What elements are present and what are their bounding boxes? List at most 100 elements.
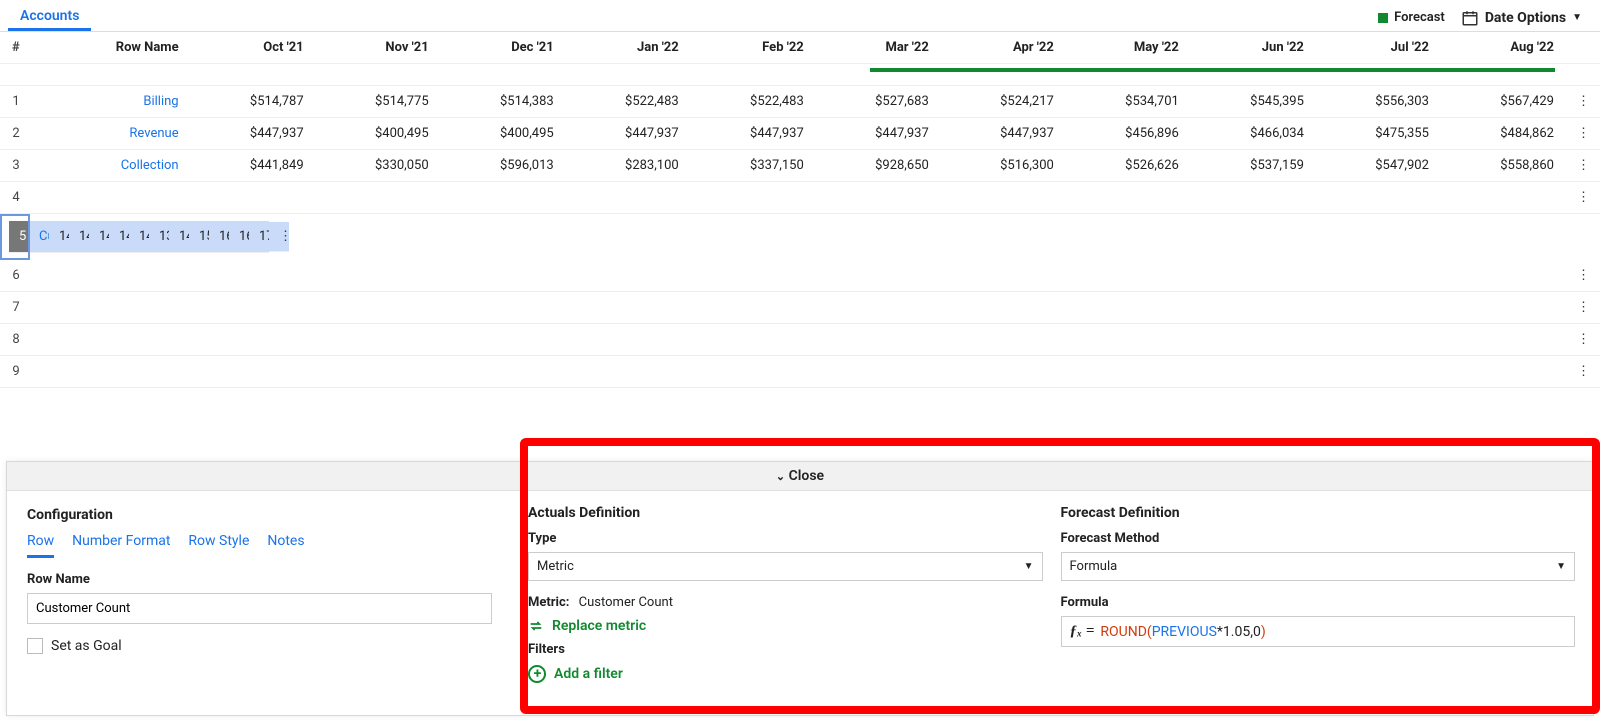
col-month[interactable]: Mar '22	[814, 32, 939, 64]
formula-input[interactable]: ƒₓ = ROUND(PREVIOUS*1.05,0)	[1061, 616, 1576, 647]
cell[interactable]: $556,303	[1314, 86, 1439, 118]
cell[interactable]: $330,050	[314, 150, 439, 182]
table-row-selected[interactable]: 5 Customer Count 14014014314514713814515…	[0, 214, 30, 260]
row-menu-icon[interactable]: ⋮	[1564, 150, 1600, 182]
actuals-definition-title: Actuals Definition	[528, 505, 1043, 521]
row-menu-icon[interactable]: ⋮	[1564, 260, 1600, 292]
cell[interactable]: $514,775	[314, 86, 439, 118]
table-row[interactable]: 6⋮	[0, 260, 1600, 292]
cell[interactable]: $484,862	[1439, 118, 1564, 150]
cell[interactable]: $466,034	[1189, 118, 1314, 150]
cell[interactable]: 140	[49, 221, 69, 253]
cell[interactable]: $537,159	[1189, 150, 1314, 182]
cell[interactable]: $524,217	[939, 86, 1064, 118]
cell[interactable]: 176	[249, 221, 269, 253]
cell[interactable]: $400,495	[439, 118, 564, 150]
cell[interactable]: $596,013	[439, 150, 564, 182]
row-menu-icon[interactable]: ⋮	[1564, 292, 1600, 324]
cell[interactable]: $558,860	[1439, 150, 1564, 182]
cell[interactable]: $447,937	[564, 118, 689, 150]
cell[interactable]: 145	[109, 221, 129, 253]
col-month[interactable]: Oct '21	[189, 32, 314, 64]
col-month[interactable]: Feb '22	[689, 32, 814, 64]
row-menu-icon[interactable]: ⋮	[1564, 324, 1600, 356]
metric-value: Customer Count	[579, 595, 673, 610]
cell[interactable]: 147	[129, 221, 149, 253]
cell[interactable]: 160	[209, 221, 229, 253]
table-row[interactable]: 4 ⋮	[0, 182, 1600, 214]
cell[interactable]: $545,395	[1189, 86, 1314, 118]
cell[interactable]: $567,429	[1439, 86, 1564, 118]
cell[interactable]: $527,683	[814, 86, 939, 118]
subtab-notes[interactable]: Notes	[267, 533, 304, 558]
replace-metric-button[interactable]: Replace metric	[528, 618, 1043, 634]
table-row[interactable]: 8⋮	[0, 324, 1600, 356]
subtab-number-format[interactable]: Number Format	[72, 533, 170, 558]
rowname-input[interactable]	[27, 593, 492, 624]
cell[interactable]: $441,849	[189, 150, 314, 182]
table-row[interactable]: 2 Revenue $447,937$400,495$400,495$447,9…	[0, 118, 1600, 150]
cell[interactable]: 168	[229, 221, 249, 253]
cell[interactable]: $514,383	[439, 86, 564, 118]
cell[interactable]: 152	[189, 221, 209, 253]
row-menu-icon[interactable]: ⋮	[1564, 118, 1600, 150]
col-month[interactable]: Jan '22	[564, 32, 689, 64]
cell[interactable]: $447,937	[189, 118, 314, 150]
col-month[interactable]: Jun '22	[1189, 32, 1314, 64]
grid-header-row: # Row Name Oct '21 Nov '21 Dec '21 Jan '…	[0, 32, 1600, 64]
data-grid[interactable]: # Row Name Oct '21 Nov '21 Dec '21 Jan '…	[0, 32, 1600, 388]
table-row[interactable]: 3 Collection $441,849$330,050$596,013$28…	[0, 150, 1600, 182]
row-name-link[interactable]: Collection	[121, 158, 179, 173]
row-menu-icon[interactable]: ⋮	[269, 222, 289, 252]
col-month[interactable]: Apr '22	[939, 32, 1064, 64]
cell[interactable]: $928,650	[814, 150, 939, 182]
set-as-goal-label: Set as Goal	[51, 638, 122, 654]
cell[interactable]: $447,937	[939, 118, 1064, 150]
cell[interactable]: $475,355	[1314, 118, 1439, 150]
add-filter-button[interactable]: + Add a filter	[528, 665, 1043, 683]
cell[interactable]: $526,626	[1064, 150, 1189, 182]
date-options-button[interactable]: Date Options ▼	[1461, 9, 1582, 27]
cell[interactable]: $547,902	[1314, 150, 1439, 182]
cell[interactable]: $337,150	[689, 150, 814, 182]
row-name-link[interactable]: Billing	[143, 94, 178, 109]
cell[interactable]: 143	[89, 221, 109, 253]
table-row[interactable]: 1 Billing $514,787$514,775$514,383$522,4…	[0, 86, 1600, 118]
close-panel-button[interactable]: ⌄ Close	[7, 462, 1593, 491]
formula-token-rest: *1.05,0	[1217, 624, 1261, 640]
cell[interactable]: $522,483	[689, 86, 814, 118]
cell[interactable]: $283,100	[564, 150, 689, 182]
row-name-link[interactable]: Customer Count	[39, 229, 49, 244]
cell[interactable]: 138	[149, 221, 169, 253]
cell[interactable]: $400,495	[314, 118, 439, 150]
cell[interactable]: $514,787	[189, 86, 314, 118]
col-month[interactable]: Jul '22	[1314, 32, 1439, 64]
row-menu-icon[interactable]: ⋮	[1564, 182, 1600, 214]
cell[interactable]: $516,300	[939, 150, 1064, 182]
col-month[interactable]: May '22	[1064, 32, 1189, 64]
set-as-goal-checkbox[interactable]: Set as Goal	[27, 638, 492, 654]
subtab-row-style[interactable]: Row Style	[188, 533, 249, 558]
row-menu-icon[interactable]: ⋮	[1564, 356, 1600, 388]
col-month[interactable]: Nov '21	[314, 32, 439, 64]
tab-accounts[interactable]: Accounts	[8, 4, 91, 31]
cell[interactable]: $522,483	[564, 86, 689, 118]
row-menu-icon[interactable]: ⋮	[1564, 86, 1600, 118]
table-row[interactable]: 7⋮	[0, 292, 1600, 324]
cell[interactable]: 145	[169, 221, 189, 253]
row-index: 6	[0, 260, 30, 292]
cell[interactable]: $534,701	[1064, 86, 1189, 118]
config-panel: ⌄ Close Configuration Row Number Format …	[6, 461, 1594, 716]
configuration-title: Configuration	[27, 507, 492, 523]
row-name-link[interactable]: Revenue	[129, 126, 178, 141]
cell[interactable]: $447,937	[689, 118, 814, 150]
col-month[interactable]: Aug '22	[1439, 32, 1564, 64]
table-row[interactable]: 9⋮	[0, 356, 1600, 388]
cell[interactable]: 140	[69, 221, 89, 253]
type-select[interactable]: Metric ▼	[528, 552, 1043, 581]
forecast-method-select[interactable]: Formula ▼	[1061, 552, 1576, 581]
cell[interactable]: $447,937	[814, 118, 939, 150]
col-month[interactable]: Dec '21	[439, 32, 564, 64]
cell[interactable]: $456,896	[1064, 118, 1189, 150]
subtab-row[interactable]: Row	[27, 533, 54, 558]
